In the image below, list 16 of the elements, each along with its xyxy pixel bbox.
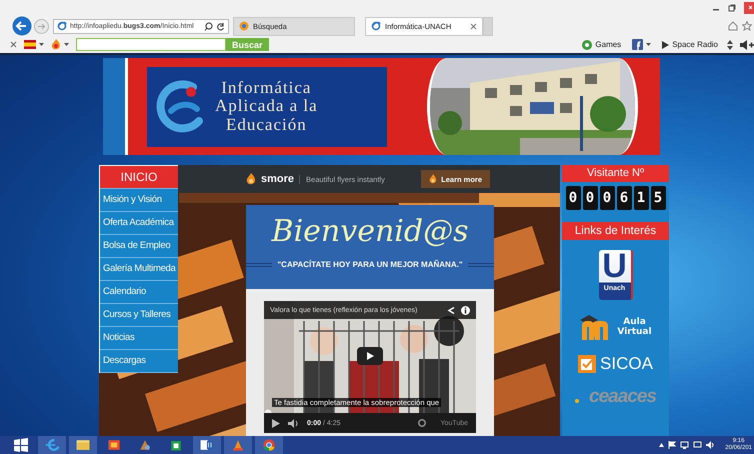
brand-name: smore: [261, 173, 294, 185]
counter-digit: 0: [600, 186, 614, 210]
search-button[interactable]: Buscar: [226, 38, 269, 51]
games-link[interactable]: Games: [595, 40, 622, 49]
links-heading: Links de Interés: [562, 222, 669, 240]
visitor-heading: Visitante Nº: [562, 165, 669, 182]
counter-digit: 6: [616, 186, 632, 210]
counter-digit: 5: [650, 186, 666, 210]
counter-digit: 0: [582, 186, 598, 210]
site-title: Informática Aplicada a la Educación: [215, 78, 318, 134]
counter-digit: 1: [634, 186, 648, 210]
counter-digit: 0: [566, 186, 580, 210]
sicoa-link[interactable]: SICOA: [578, 354, 653, 374]
radio-link[interactable]: Space Radio: [672, 40, 718, 49]
nav-link[interactable]: INICIO: [100, 166, 178, 189]
aula-virtual-link[interactable]: Aula Virtual: [578, 312, 654, 342]
